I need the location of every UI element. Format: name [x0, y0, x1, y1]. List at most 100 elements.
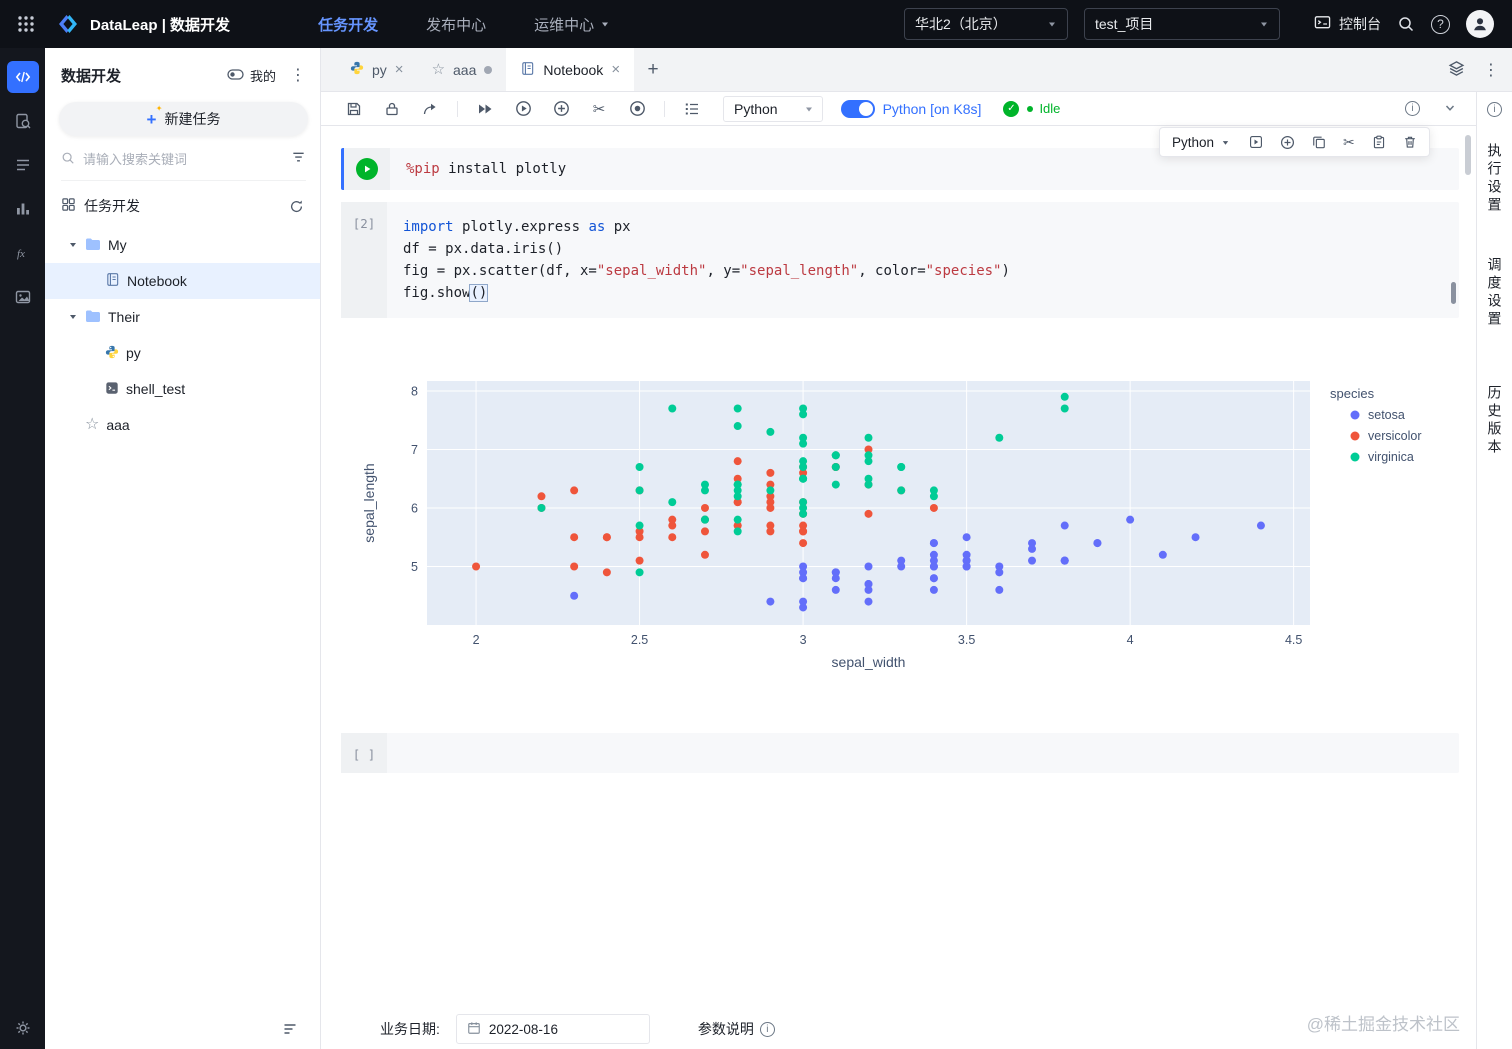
main-scrollbar[interactable]	[1465, 135, 1471, 175]
tab-label: Notebook	[543, 61, 604, 78]
tab-py[interactable]: py ×	[336, 48, 418, 91]
k8s-toggle[interactable]	[840, 99, 875, 118]
mine-filter-toggle[interactable]: 我的	[227, 66, 276, 85]
tree-folder-their[interactable]: Their	[45, 299, 320, 335]
refresh-icon[interactable]	[289, 199, 304, 214]
nav-task-development[interactable]: 任务开发	[318, 14, 378, 35]
python-icon	[105, 345, 119, 362]
toggle-switch-icon	[227, 68, 244, 83]
search-input[interactable]	[83, 151, 283, 167]
save-icon[interactable]	[335, 101, 373, 117]
tree-label: My	[108, 237, 127, 253]
info-icon[interactable]: i	[1487, 102, 1502, 117]
info-icon[interactable]: i	[1405, 101, 1420, 116]
empty-code-cell[interactable]: [ ]	[341, 733, 1459, 773]
close-icon[interactable]: ×	[611, 62, 620, 77]
cell-code-editor[interactable]	[387, 733, 1459, 773]
search-icon[interactable]	[1397, 15, 1415, 33]
svg-text:virginica: virginica	[1368, 450, 1414, 464]
close-icon[interactable]: ×	[395, 62, 404, 77]
execution-count: [ ]	[352, 747, 376, 762]
tab-notebook[interactable]: Notebook ×	[506, 48, 635, 91]
delete-cell-icon[interactable]	[1403, 135, 1417, 149]
business-date-picker[interactable]	[455, 1014, 650, 1044]
chevron-down-icon[interactable]	[1444, 101, 1456, 117]
notebook-toolbar: ✂ Python Python [on K8s] ✓ Idle i	[321, 92, 1512, 126]
k8s-label: Python [on K8s]	[882, 100, 982, 117]
query-search-icon[interactable]	[7, 105, 39, 137]
run-cell-icon[interactable]	[1249, 135, 1263, 149]
caret-down-icon[interactable]	[68, 240, 78, 250]
app-root: DataLeap | 数据开发 任务开发 发布中心 运维中心 华北2（北京） t…	[0, 0, 1512, 1049]
tree-item-aaa[interactable]: ☆ aaa	[45, 407, 320, 443]
function-fx-icon[interactable]: fx	[7, 237, 39, 269]
business-date-input[interactable]	[488, 1021, 599, 1037]
tab-aaa[interactable]: ☆ aaa	[418, 48, 507, 91]
info-icon: i	[759, 1021, 775, 1037]
outline-icon[interactable]	[673, 101, 711, 117]
submit-arrow-icon[interactable]	[411, 101, 449, 117]
cell-scrollbar[interactable]	[1451, 282, 1456, 304]
tree-item-shell-test[interactable]: shell_test	[45, 371, 320, 407]
cut-cell-icon[interactable]: ✂	[1343, 134, 1355, 151]
cut-cell-icon[interactable]: ✂	[580, 100, 618, 118]
nav-ops-center[interactable]: 运维中心	[534, 14, 610, 35]
svg-text:species: species	[1330, 386, 1375, 401]
tree-item-py[interactable]: py	[45, 335, 320, 371]
paste-cell-icon[interactable]	[1372, 135, 1386, 149]
k8s-toggle-group: Python [on K8s]	[840, 99, 982, 118]
chevron-down-icon	[1221, 135, 1230, 150]
tree-label: Their	[108, 309, 140, 325]
interrupt-kernel-icon[interactable]	[618, 100, 656, 117]
new-task-button[interactable]: + 新建任务	[59, 102, 308, 136]
cell-gutter: [ ]	[341, 733, 387, 773]
region-select[interactable]: 华北2（北京）	[904, 8, 1068, 40]
cell-output: 2 2.5 3 3.5 4 4.5 5 6 7 8 sepal_width sepal_length s…	[341, 352, 1461, 687]
tree-folder-my[interactable]: My	[45, 227, 320, 263]
console-button[interactable]: 控制台	[1314, 14, 1381, 34]
resource-bars-icon[interactable]	[7, 193, 39, 225]
nav-publish-center[interactable]: 发布中心	[426, 14, 486, 35]
run-cell-button[interactable]	[356, 158, 378, 180]
run-all-icon[interactable]	[466, 101, 504, 117]
lock-icon[interactable]	[373, 101, 411, 117]
collapse-list-icon[interactable]	[282, 1021, 298, 1037]
tree-item-notebook[interactable]: Notebook	[45, 263, 320, 299]
project-select[interactable]: test_项目	[1084, 8, 1280, 40]
svg-text:7: 7	[411, 443, 418, 457]
tree-label: py	[126, 345, 141, 361]
params-help[interactable]: 参数说明 i	[698, 1019, 775, 1039]
tab-execution-settings[interactable]: 执行设置	[1485, 143, 1505, 215]
caret-down-icon[interactable]	[68, 312, 78, 322]
help-icon[interactable]: ?	[1431, 14, 1450, 34]
cell-code-editor[interactable]: import plotly.express as px df = px.data.…	[387, 202, 1459, 318]
console-label: 控制台	[1339, 16, 1381, 32]
tab-label: py	[372, 61, 387, 78]
kernel-select[interactable]: Python	[723, 95, 823, 122]
add-cell-icon[interactable]	[542, 100, 580, 117]
svg-text:4.5: 4.5	[1285, 633, 1302, 647]
filter-icon[interactable]	[291, 150, 306, 168]
avatar[interactable]	[1466, 10, 1494, 38]
code-cell-plot[interactable]: [2] import plotly.express as px df = px.d…	[341, 202, 1459, 318]
new-tab-button[interactable]: +	[634, 48, 672, 91]
copy-cell-icon[interactable]	[1312, 135, 1326, 149]
settings-gear-icon[interactable]	[14, 1019, 32, 1037]
task-tree: My Notebook Their py shell_test ☆ aaa	[45, 227, 320, 443]
more-options-icon[interactable]: ⋮	[1483, 60, 1499, 80]
sidebar-more-icon[interactable]: ⋮	[290, 65, 306, 85]
tab-schedule-settings[interactable]: 调度设置	[1485, 257, 1505, 329]
media-library-icon[interactable]	[7, 281, 39, 313]
sidebar: 数据开发 我的 ⋮ + 新建任务 任务开发 My	[45, 48, 321, 1049]
code-dev-icon[interactable]	[6, 61, 39, 93]
run-cell-icon[interactable]	[504, 100, 542, 117]
product-title: DataLeap | 数据开发	[90, 16, 231, 34]
tree-section-header: 任务开发	[45, 185, 320, 227]
apps-grid-icon[interactable]	[16, 14, 36, 34]
cell-kernel-select[interactable]: Python	[1172, 135, 1230, 150]
task-list-icon[interactable]	[7, 149, 39, 181]
tab-history-versions[interactable]: 历史版本	[1485, 385, 1505, 457]
mine-filter-label: 我的	[249, 68, 276, 84]
layers-icon[interactable]	[1448, 60, 1465, 80]
add-cell-icon[interactable]	[1280, 135, 1295, 150]
